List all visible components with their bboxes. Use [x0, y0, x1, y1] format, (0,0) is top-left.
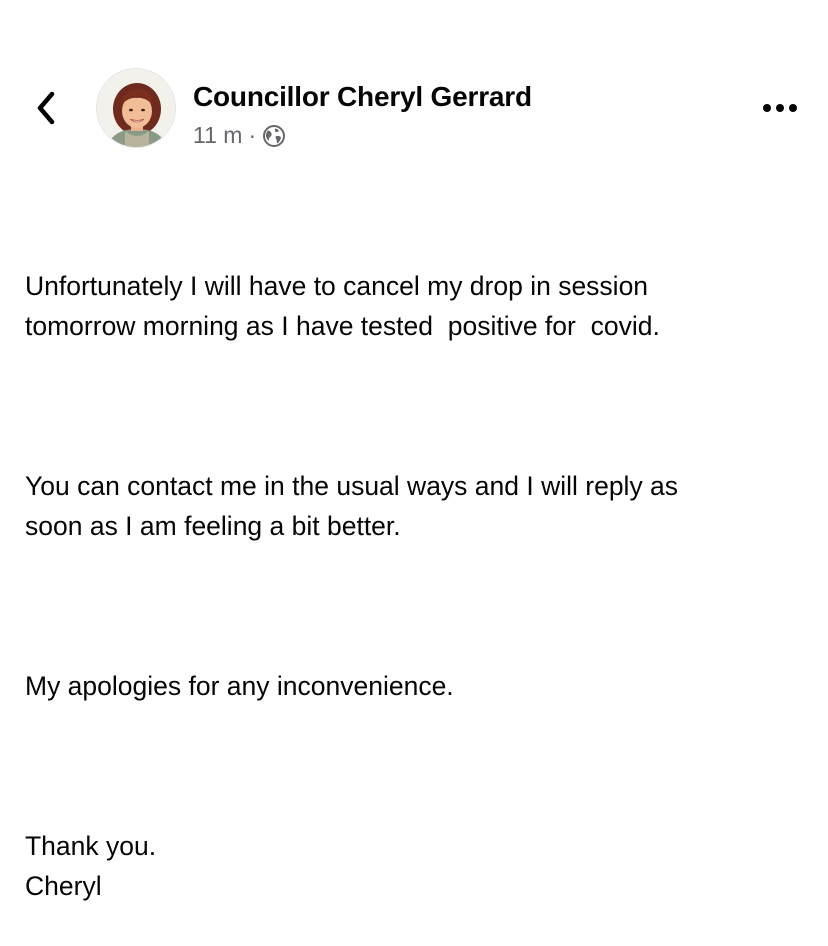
- more-horizontal-icon: [763, 104, 797, 112]
- post-paragraph: You can contact me in the usual ways and…: [25, 471, 679, 541]
- author-name[interactable]: Councillor Cheryl Gerrard: [193, 80, 532, 114]
- profile-photo: [97, 69, 175, 147]
- back-button[interactable]: [26, 84, 66, 132]
- globe-icon[interactable]: [262, 124, 286, 148]
- timestamp[interactable]: 11 m: [193, 122, 242, 149]
- chevron-left-icon: [37, 91, 55, 125]
- avatar[interactable]: [96, 68, 176, 148]
- post-paragraph: Unfortunately I will have to cancel my d…: [25, 271, 660, 341]
- post-header: Councillor Cheryl Gerrard 11 m ·: [0, 0, 828, 170]
- more-options-button[interactable]: [758, 92, 802, 124]
- post-body: Unfortunately I will have to cancel my d…: [25, 186, 815, 946]
- meta-separator: ·: [248, 121, 257, 148]
- post-paragraph: Thank you. Cheryl: [25, 831, 157, 901]
- post-paragraph: My apologies for any inconvenience.: [25, 671, 454, 701]
- post-meta: 11 m ·: [193, 120, 286, 150]
